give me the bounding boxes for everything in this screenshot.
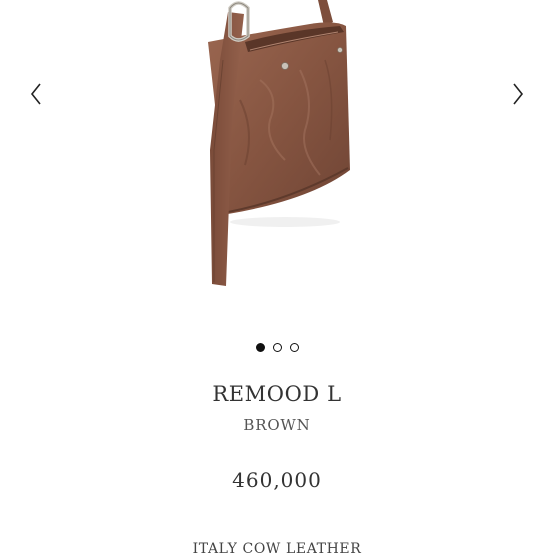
carousel-prev-button[interactable]: [22, 78, 50, 110]
carousel-pagination: [0, 343, 554, 352]
product-price: 460,000: [232, 468, 322, 492]
chevron-right-icon: [513, 83, 524, 105]
chevron-left-icon: [30, 83, 41, 105]
carousel-dot-1[interactable]: [255, 343, 265, 352]
product-image-carousel[interactable]: [0, 0, 554, 330]
product-color: BROWN: [243, 416, 311, 434]
product-page: REMOOD L BROWN 460,000 ITALY COW LEATHER: [0, 0, 554, 554]
product-title: REMOOD L: [212, 382, 342, 406]
carousel-next-button[interactable]: [504, 78, 532, 110]
carousel-dot-2[interactable]: [272, 343, 282, 352]
product-material: ITALY COW LEATHER: [192, 541, 362, 554]
product-image: [208, 0, 350, 286]
carousel-dot-3[interactable]: [289, 343, 299, 352]
